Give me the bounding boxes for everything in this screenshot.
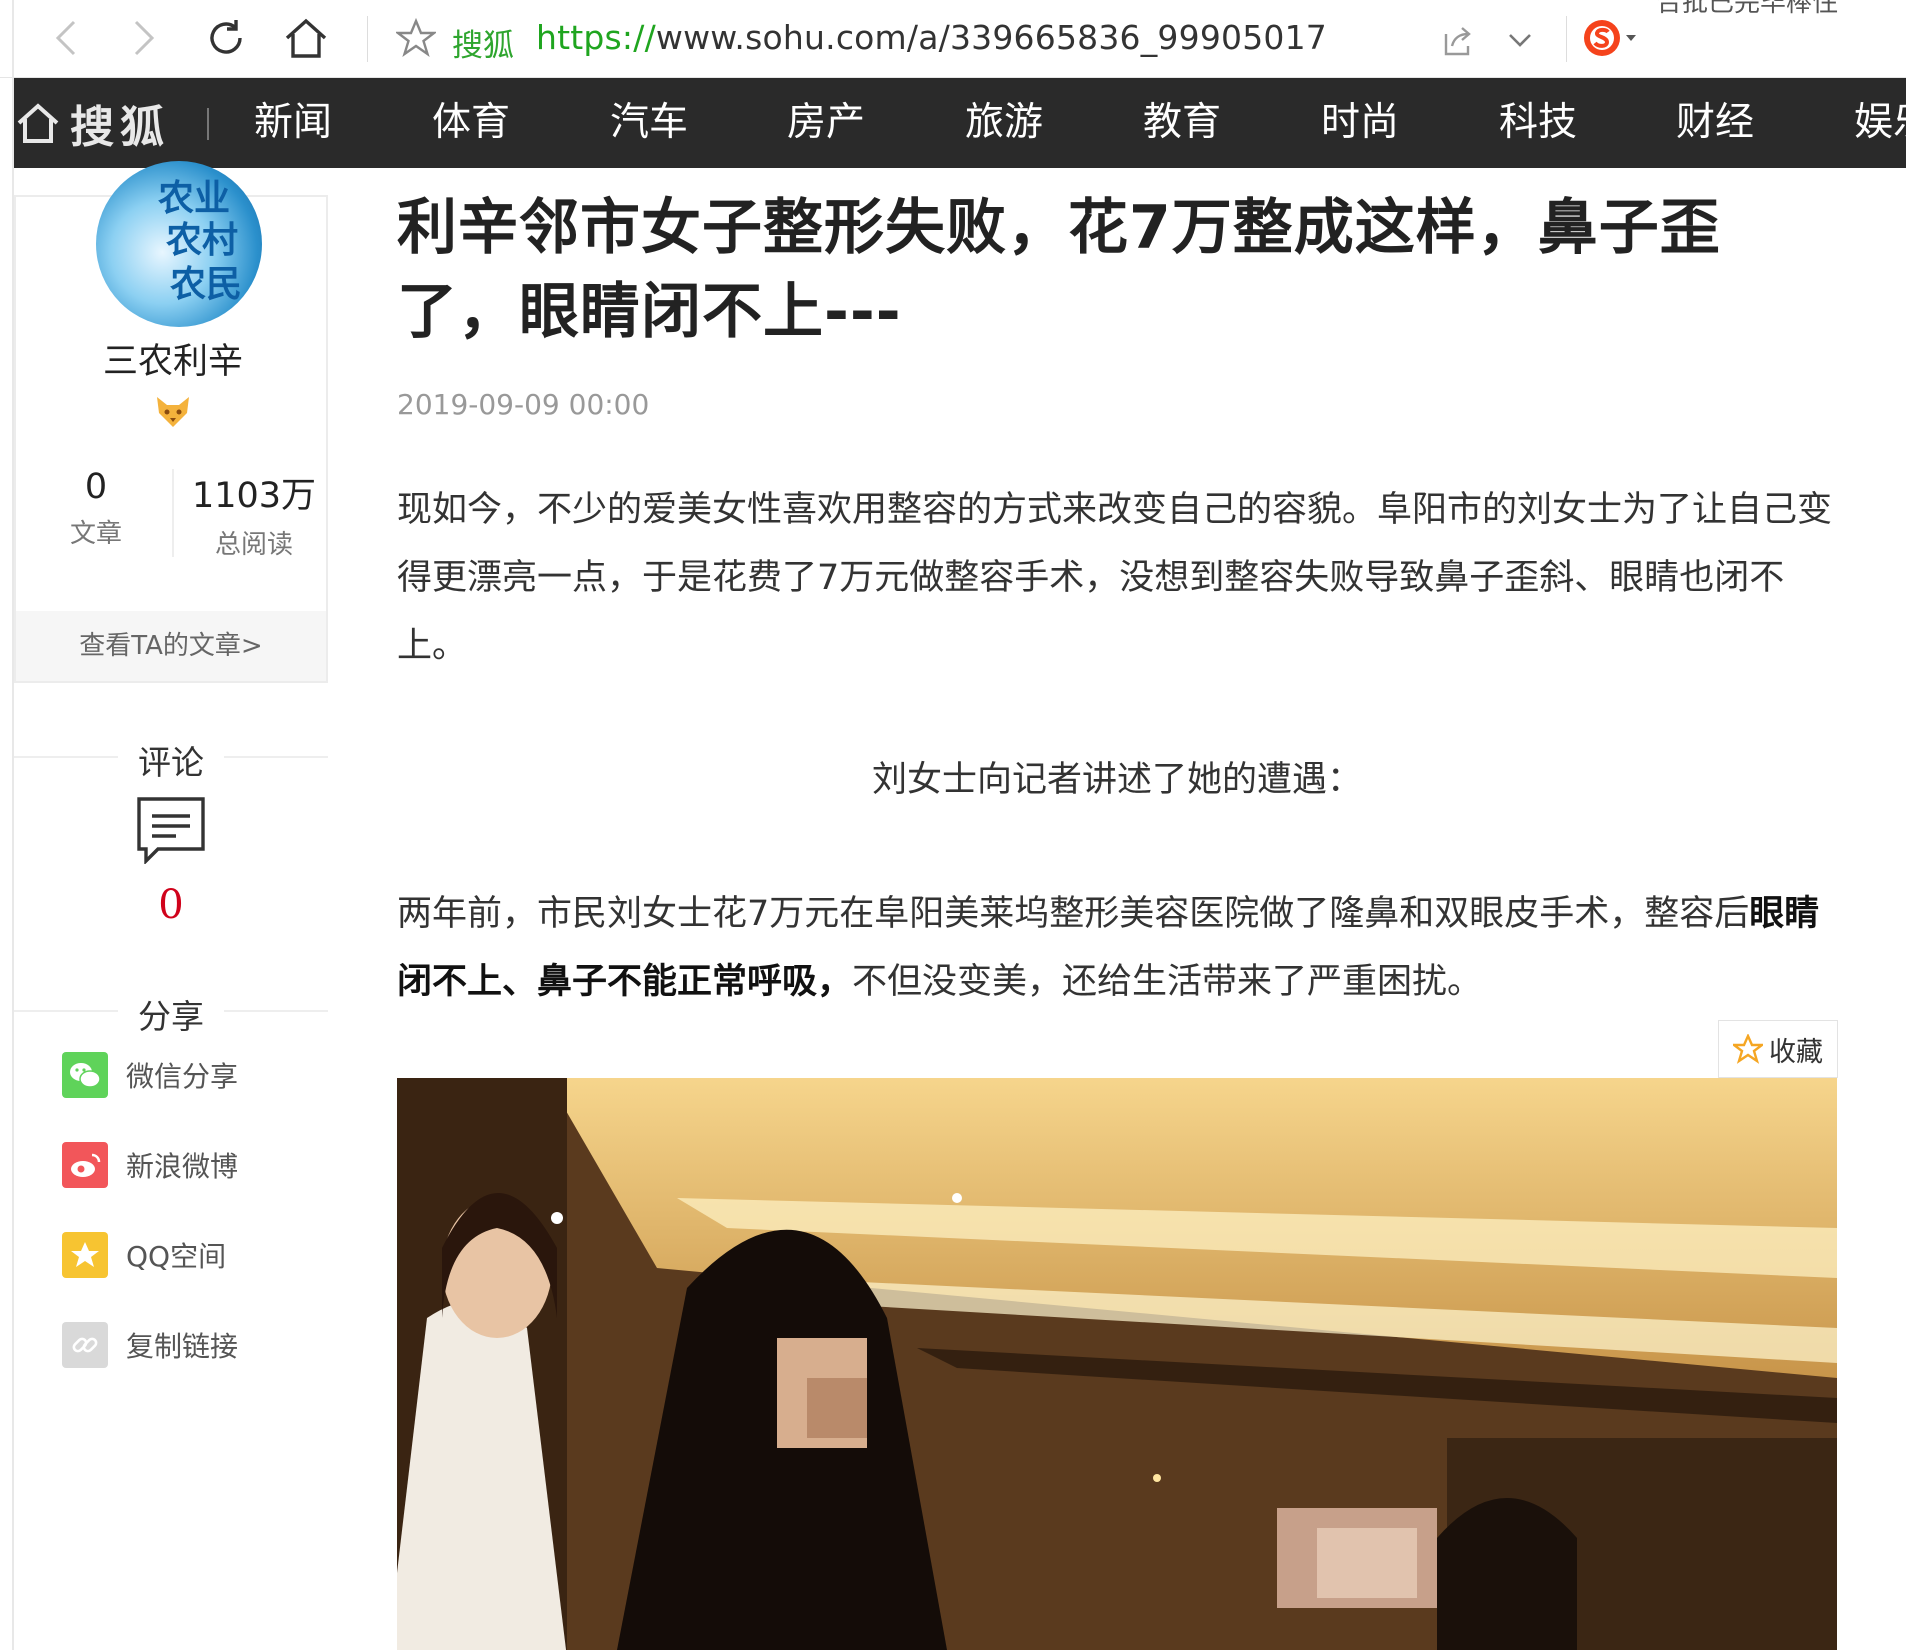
article-paragraph: 现如今，不少的爱美女性喜欢用整容的方式来改变自己的容貌。阜阳市的刘女士为了让自己… xyxy=(397,490,1833,666)
author-avatar[interactable]: 农业 农村 农民 xyxy=(96,161,262,327)
fox-badge-icon xyxy=(153,395,193,429)
share-title: 分享 xyxy=(138,997,204,1036)
window-corner-text: 合批已完毕棒住 xyxy=(1656,0,1839,18)
articles-label: 文章 xyxy=(69,519,122,549)
site-navbar: 搜狐 新闻 体育 汽车 房产 旅游 教育 时尚 科技 财经 娱乐 xyxy=(14,78,1906,168)
paragraph-text: 两年前，市民刘女士花7万元在阜阳美莱坞整形美容医院做了隆鼻和双眼皮手术，整容后 xyxy=(397,894,1750,934)
reload-button[interactable] xyxy=(202,14,250,62)
share-wechat-label: 微信分享 xyxy=(126,1060,239,1093)
nav-item-tech[interactable]: 科技 xyxy=(1499,78,1577,168)
share-qzone-button[interactable]: QQ空间 xyxy=(62,1231,226,1279)
share-page-icon[interactable] xyxy=(1436,20,1476,60)
nav-item-sports[interactable]: 体育 xyxy=(432,78,510,168)
navbar-divider xyxy=(207,108,209,140)
home-icon xyxy=(285,18,327,58)
share-weibo-label: 新浪微博 xyxy=(126,1150,239,1183)
nav-item-auto[interactable]: 汽车 xyxy=(610,78,688,168)
chevron-down-icon[interactable] xyxy=(1500,20,1540,60)
wechat-icon xyxy=(62,1052,108,1098)
nav-item-house[interactable]: 房产 xyxy=(787,78,865,168)
site-name-label: 搜狐 xyxy=(452,28,514,64)
avatar-text-line: 农民 xyxy=(170,263,243,305)
reads-label: 总阅读 xyxy=(214,530,293,560)
forward-arrow-icon xyxy=(134,20,155,56)
comments-title: 评论 xyxy=(138,743,204,782)
home-button[interactable] xyxy=(282,14,330,62)
address-bar-url[interactable]: https://www.sohu.com/a/339665836_9990501… xyxy=(536,18,1327,57)
reads-stat: 1103万 总阅读 xyxy=(184,467,324,561)
article-photo-illustration xyxy=(397,1078,1837,1650)
sogou-logo-icon[interactable] xyxy=(1580,16,1640,60)
link-icon xyxy=(62,1322,108,1368)
copy-link-button[interactable]: 复制链接 xyxy=(62,1321,238,1369)
share-section-title: 分享 xyxy=(14,990,328,1036)
nav-item-finance[interactable]: 财经 xyxy=(1676,78,1754,168)
author-name[interactable]: 三农利辛 xyxy=(16,333,330,384)
star-icon xyxy=(1733,1034,1763,1064)
article-date: 2019-09-09 00:00 xyxy=(397,388,650,421)
reads-count: 1103万 xyxy=(191,476,317,516)
collect-label: 收藏 xyxy=(1769,1036,1823,1068)
share-wechat-button[interactable]: 微信分享 xyxy=(62,1051,238,1099)
home-icon xyxy=(17,103,59,143)
articles-count: 0 xyxy=(84,467,108,507)
share-weibo-button[interactable]: 新浪微博 xyxy=(62,1141,238,1189)
nav-item-education[interactable]: 教育 xyxy=(1143,78,1221,168)
sohu-logo-text: 搜狐 xyxy=(70,102,170,153)
back-arrow-icon xyxy=(55,20,76,56)
paragraph-text: 不但没变美，还给生活带来了严重困扰。 xyxy=(852,962,1483,1002)
article-title: 利辛邻市女子整形失败，花7万整成这样，鼻子歪了，眼睛闭不上--- xyxy=(397,193,1721,347)
stat-divider xyxy=(172,469,174,557)
article-paragraph: 刘女士向记者讲述了她的遭遇： xyxy=(871,760,1362,800)
toolbar-separator xyxy=(1566,16,1567,62)
view-author-articles-link[interactable]: 查看TA的文章> xyxy=(16,611,326,681)
collect-button[interactable]: 收藏 xyxy=(1718,1020,1838,1078)
nav-item-fashion[interactable]: 时尚 xyxy=(1321,78,1399,168)
reload-icon xyxy=(210,20,242,54)
articles-stat: 0 文章 xyxy=(36,467,156,550)
share-qzone-label: QQ空间 xyxy=(126,1240,227,1273)
back-button[interactable] xyxy=(42,14,90,62)
url-path: www.sohu.com/a/339665836_99905017 xyxy=(655,18,1327,57)
copy-link-label: 复制链接 xyxy=(126,1330,239,1363)
url-scheme: https:// xyxy=(536,18,656,57)
sohu-brand[interactable]: 搜狐 xyxy=(14,78,170,168)
nav-item-entertainment[interactable]: 娱乐 xyxy=(1854,78,1906,168)
nav-item-news[interactable]: 新闻 xyxy=(254,78,332,168)
weibo-icon xyxy=(62,1142,108,1188)
author-card: 农业 农村 农民 三农利辛 0 文章 1103万 总阅读 查看TA的文章> xyxy=(14,161,330,683)
qzone-icon xyxy=(62,1232,108,1278)
nav-item-travel[interactable]: 旅游 xyxy=(965,78,1043,168)
toolbar-separator xyxy=(367,16,368,62)
article-paragraph: 两年前，市民刘女士花7万元在阜阳美莱坞整形美容医院做了隆鼻和双眼皮手术，整容后眼… xyxy=(397,880,1837,1016)
comments-section-title: 评论 xyxy=(14,736,328,782)
comment-count[interactable]: 0 xyxy=(14,882,328,928)
forward-button[interactable] xyxy=(120,14,168,62)
article-image xyxy=(397,1078,1837,1650)
comment-icon[interactable] xyxy=(136,796,206,866)
browser-toolbar: 搜狐 https://www.sohu.com/a/339665836_9990… xyxy=(0,0,1906,1650)
bookmark-star-icon[interactable] xyxy=(394,17,438,58)
